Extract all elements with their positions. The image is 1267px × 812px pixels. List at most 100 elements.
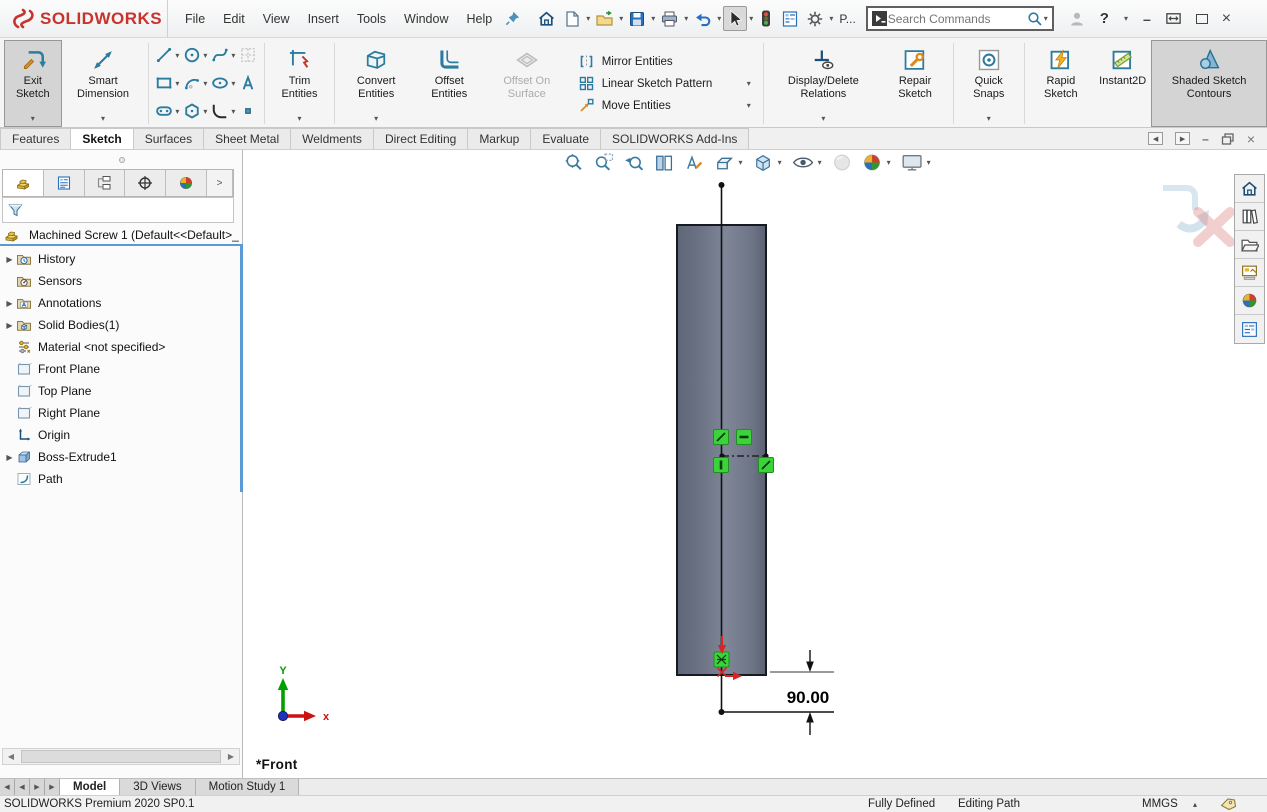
- tag-icon[interactable]: [1220, 797, 1236, 811]
- settings-gear-icon[interactable]: [803, 7, 827, 31]
- sketch-canvas[interactable]: 90.00 Y x: [243, 150, 1267, 778]
- quick-snaps-dropdown-icon[interactable]: ▾: [987, 113, 991, 125]
- relation-coincident-badge[interactable]: [759, 458, 774, 473]
- tree-item-history[interactable]: ▶ History: [0, 248, 240, 270]
- line-tool-button[interactable]: ▾: [153, 45, 181, 65]
- dimxpertmanager-tab[interactable]: [125, 170, 166, 196]
- tab-direct-editing[interactable]: Direct Editing: [373, 128, 468, 149]
- taskpane-home-tab[interactable]: [1235, 175, 1264, 203]
- shaded-sketch-contours-button[interactable]: Shaded Sketch Contours: [1151, 40, 1267, 127]
- undo-button[interactable]: [690, 7, 715, 31]
- sketch-endpoint-top[interactable]: [719, 182, 725, 188]
- tab-surfaces[interactable]: Surfaces: [133, 128, 204, 149]
- relation-origin-badge[interactable]: [714, 652, 729, 667]
- rectangle-tool-button[interactable]: ▾: [153, 73, 181, 93]
- tab-scroll-prev-icon[interactable]: ◀: [15, 779, 30, 795]
- select-tool-button[interactable]: [723, 6, 747, 31]
- search-dropdown-icon[interactable]: ▾: [1043, 14, 1049, 23]
- tree-item-sensors[interactable]: Sensors: [0, 270, 240, 292]
- search-commands-box[interactable]: ▾: [866, 6, 1054, 31]
- doc-next-icon[interactable]: ▶: [1175, 132, 1190, 145]
- tab-features[interactable]: Features: [0, 128, 71, 149]
- scrollbar-thumb[interactable]: [21, 750, 221, 763]
- view-palette-tab[interactable]: [1235, 259, 1264, 287]
- maximize-button[interactable]: [1196, 14, 1208, 24]
- spline-tool-button[interactable]: ▾: [209, 45, 237, 65]
- convert-entities-button[interactable]: Convert Entities ▾: [338, 40, 415, 127]
- tree-item-origin[interactable]: Origin: [0, 424, 240, 446]
- smart-dimension-button[interactable]: Smart Dimension ▾: [62, 40, 145, 127]
- doc-minimize-icon[interactable]: –: [1202, 132, 1209, 146]
- menu-file[interactable]: File: [176, 8, 214, 30]
- linear-pattern-dropdown-icon[interactable]: ▾: [746, 79, 752, 88]
- custom-properties-tab[interactable]: [1235, 315, 1264, 343]
- relation-horizontal-badge[interactable]: [737, 430, 752, 445]
- file-explorer-tab[interactable]: [1235, 231, 1264, 259]
- tree-horizontal-scrollbar[interactable]: ◀ ▶: [2, 748, 240, 765]
- units-selector[interactable]: MMGS: [1142, 798, 1178, 810]
- open-button[interactable]: [592, 7, 617, 31]
- search-input[interactable]: [888, 12, 1027, 26]
- menu-edit[interactable]: Edit: [214, 8, 254, 30]
- dimension-value[interactable]: 90.00: [787, 688, 830, 707]
- doc-close-icon[interactable]: ×: [1247, 131, 1255, 147]
- save-button[interactable]: [625, 7, 649, 31]
- menu-window[interactable]: Window: [395, 8, 457, 30]
- tab-weldments[interactable]: Weldments: [290, 128, 374, 149]
- tab-scroll-next-icon[interactable]: ▶: [30, 779, 45, 795]
- search-icon[interactable]: [1027, 11, 1043, 27]
- slot-tool-button[interactable]: ▾: [153, 101, 181, 121]
- options-list-icon[interactable]: [778, 7, 802, 31]
- propertymanager-tab[interactable]: [44, 170, 85, 196]
- units-dropdown-icon[interactable]: ▴: [1193, 800, 1197, 809]
- instant2d-button[interactable]: Instant2D: [1094, 40, 1151, 127]
- tab-scroll-last-icon[interactable]: ▶: [45, 779, 60, 795]
- print-dropdown-icon[interactable]: ▾: [683, 14, 689, 23]
- appearances-tab[interactable]: [1235, 287, 1264, 315]
- linear-sketch-pattern-button[interactable]: Linear Sketch Pattern ▾: [578, 75, 752, 92]
- expand-icon[interactable]: ▶: [0, 299, 15, 308]
- tree-item-boss-extrude[interactable]: ▶ Boss-Extrude1: [0, 446, 240, 468]
- help-dropdown-icon[interactable]: ▾: [1123, 14, 1129, 23]
- expand-icon[interactable]: ▶: [0, 321, 15, 330]
- tab-sketch[interactable]: Sketch: [70, 128, 133, 149]
- fillet-tool-button[interactable]: ▾: [209, 101, 237, 121]
- minimize-button[interactable]: –: [1143, 12, 1151, 26]
- 3d-views-tab[interactable]: 3D Views: [120, 779, 195, 795]
- panel-collapse-handle[interactable]: [0, 150, 243, 169]
- tab-sheet-metal[interactable]: Sheet Metal: [203, 128, 291, 149]
- settings-dropdown-icon[interactable]: ▾: [828, 14, 834, 23]
- tree-item-material[interactable]: Material <not specified>: [0, 336, 240, 358]
- exit-sketch-button[interactable]: Exit Sketch ▾: [4, 40, 62, 127]
- tree-item-front-plane[interactable]: Front Plane: [0, 358, 240, 380]
- tree-item-solid-bodies[interactable]: ▶ Solid Bodies(1): [0, 314, 240, 336]
- rapid-sketch-button[interactable]: Rapid Sketch: [1028, 40, 1095, 127]
- doc-prev-icon[interactable]: ◀: [1148, 132, 1163, 145]
- polygon-tool-button[interactable]: ▾: [181, 101, 209, 121]
- tree-item-right-plane[interactable]: Right Plane: [0, 402, 240, 424]
- move-entities-button[interactable]: Move Entities ▾: [578, 97, 752, 114]
- save-dropdown-icon[interactable]: ▾: [650, 14, 656, 23]
- print-button[interactable]: [657, 7, 682, 31]
- tab-scroll-first-icon[interactable]: ◀: [0, 779, 15, 795]
- help-icon[interactable]: ?: [1100, 12, 1109, 26]
- move-entities-dropdown-icon[interactable]: ▾: [746, 101, 752, 110]
- configurationmanager-tab[interactable]: [85, 170, 126, 196]
- smart-dimension-dropdown-icon[interactable]: ▾: [101, 113, 105, 125]
- tree-item-path[interactable]: Path: [0, 468, 240, 490]
- tree-filter-box[interactable]: [2, 197, 234, 223]
- undo-dropdown-icon[interactable]: ▾: [716, 14, 722, 23]
- home-button[interactable]: [534, 6, 559, 31]
- relation-vertical-badge[interactable]: [714, 458, 729, 473]
- offset-entities-button[interactable]: Offset Entities: [415, 40, 484, 127]
- menu-view[interactable]: View: [254, 8, 299, 30]
- tab-evaluate[interactable]: Evaluate: [530, 128, 601, 149]
- display-delete-relations-button[interactable]: Display/Delete Relations ▾: [767, 40, 881, 127]
- menu-insert[interactable]: Insert: [299, 8, 348, 30]
- search-scope-icon[interactable]: [871, 10, 888, 27]
- quick-snaps-button[interactable]: Quick Snaps ▾: [957, 40, 1021, 127]
- graphics-area[interactable]: ▾ ▾ ▾ ▾ ▾: [243, 150, 1267, 778]
- span-displays-button[interactable]: [1165, 11, 1182, 26]
- pin-menu-icon[interactable]: [501, 7, 524, 30]
- tab-markup[interactable]: Markup: [467, 128, 531, 149]
